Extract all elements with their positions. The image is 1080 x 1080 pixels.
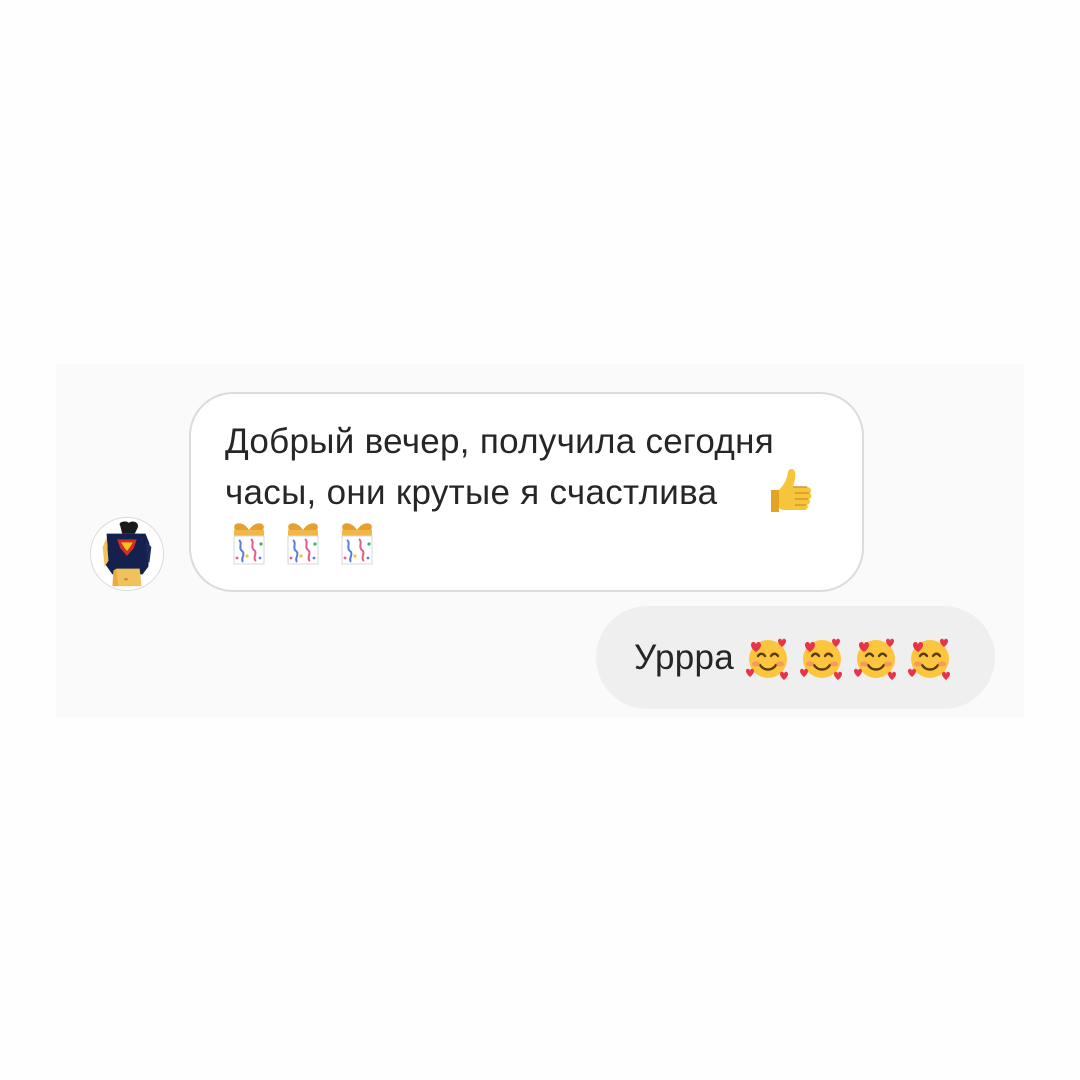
incoming-message-line-1: Добрый вечер, получила сегодня (225, 422, 774, 461)
thumbs-up-emoji (771, 469, 812, 512)
smiling-face-with-hearts-emoji (746, 638, 788, 680)
smiling-face-with-hearts-emoji (908, 638, 950, 680)
incoming-message-bubble[interactable]: Добрый вечер, получила сегодня часы, они… (189, 392, 864, 592)
wrapped-gift-emoji (287, 523, 319, 565)
outgoing-message-bubble[interactable]: Урррa (596, 606, 995, 709)
wrapped-gift-emoji (233, 523, 265, 565)
incoming-message-line-2: часы, они крутые я счастлива (225, 473, 718, 512)
outgoing-emoji-row (744, 634, 954, 682)
smiling-face-with-hearts-emoji (854, 638, 896, 680)
wrapped-gift-emoji (341, 523, 373, 565)
avatar[interactable] (90, 517, 164, 591)
smiling-face-with-hearts-emoji (800, 638, 842, 680)
outgoing-message-text: Урррa (634, 638, 735, 677)
incoming-message-text: Добрый вечер, получила сегодня часы, они… (225, 416, 822, 518)
incoming-emoji-row (225, 518, 387, 568)
avatar-superman-shirt-image (91, 518, 163, 590)
